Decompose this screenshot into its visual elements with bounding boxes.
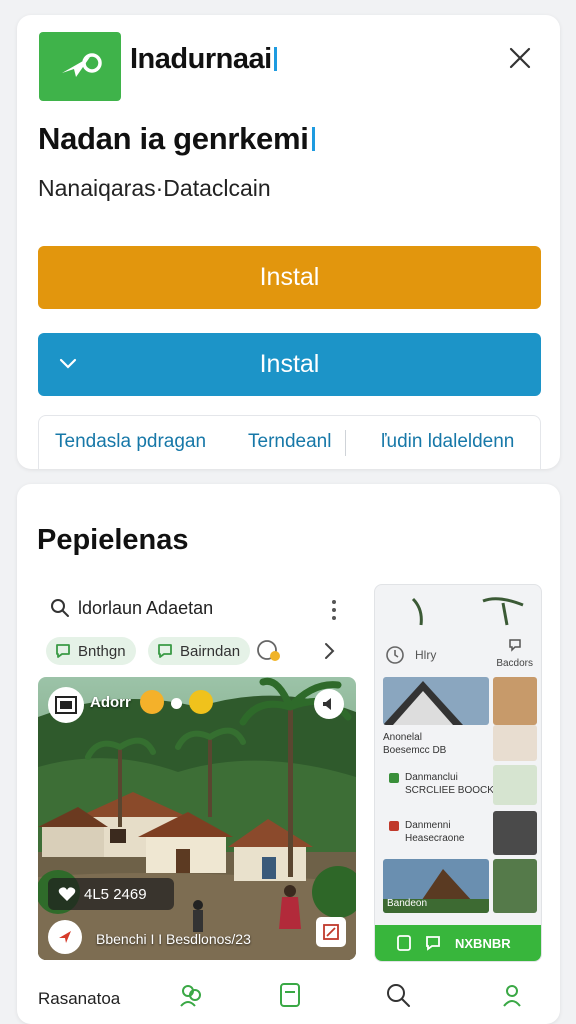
links-row: Tendasla pdragan Terndeanl ľudin ldaleld… bbox=[38, 415, 541, 469]
text-caret bbox=[273, 47, 277, 71]
photo-caption: Bbenchi I I Besdlonos/23 bbox=[96, 931, 251, 947]
village-photo[interactable]: Adorr 4L5 2469 Bbenchi I I Besdlonos/23 bbox=[38, 677, 356, 960]
screenshots-card: Pepielenas ldorlaun Adaetan Bnthgn Bairn… bbox=[17, 484, 560, 1024]
app-install-card: Inadurnaai Nadan ia genrkemi Nanaiqaras·… bbox=[17, 15, 560, 469]
more-vertical-icon[interactable] bbox=[328, 600, 340, 620]
app-name-text: Inadurnaai bbox=[130, 43, 272, 75]
search-icon bbox=[51, 599, 69, 617]
link-item[interactable]: Terndeanl bbox=[248, 431, 331, 453]
search-icon[interactable] bbox=[383, 980, 413, 1010]
panel-item-text: Danmenni Heasecraone bbox=[405, 820, 465, 844]
panel-thumbnail bbox=[493, 725, 537, 761]
install-button-label: Instal bbox=[259, 263, 320, 291]
panel-thumbnail bbox=[493, 859, 537, 913]
tablet-icon[interactable] bbox=[275, 980, 305, 1010]
creator-avatar[interactable] bbox=[48, 920, 82, 954]
section-title: Pepielenas bbox=[37, 524, 189, 556]
panel-thumbnail bbox=[383, 677, 489, 725]
panel-item-text: Anonelal Boesemcc DB bbox=[383, 732, 447, 756]
stats-text: 4L5 2469 bbox=[84, 885, 147, 903]
chip-filter[interactable]: Bairndan bbox=[148, 637, 251, 665]
chat-bubble-icon bbox=[158, 644, 172, 658]
panel-action-button[interactable]: NXBNBR bbox=[375, 925, 541, 961]
app-name: Inadurnaai bbox=[130, 43, 277, 76]
text-caret bbox=[311, 127, 315, 151]
panel-item-text: Danmanclui SCRCLIEE BOOCK bbox=[405, 772, 494, 796]
app-logo bbox=[39, 32, 121, 101]
panel-thumbnail bbox=[493, 677, 537, 725]
panel-user[interactable]: Bacdors bbox=[496, 637, 533, 669]
panel-row-label: Hlry bbox=[415, 648, 437, 662]
close-button[interactable] bbox=[505, 43, 535, 73]
headline-text: Nadan ia genrkemi bbox=[38, 121, 309, 156]
panel-thumbnail bbox=[493, 811, 537, 855]
palm-tree-icon bbox=[411, 597, 524, 626]
arrow-icon bbox=[59, 931, 71, 943]
panel-user-label: Bacdors bbox=[496, 658, 533, 669]
divider bbox=[345, 430, 346, 456]
profile-icon[interactable] bbox=[497, 980, 527, 1010]
panel-action-label: NXBNBR bbox=[455, 935, 511, 951]
expand-icon[interactable] bbox=[316, 917, 346, 947]
stats-badge: 4L5 2469 bbox=[48, 878, 174, 910]
paper-plane-icon bbox=[62, 52, 102, 77]
channel-logo[interactable] bbox=[48, 687, 84, 723]
app-headline: Nadan ia genrkemi bbox=[38, 121, 315, 157]
install-button-primary[interactable]: Instal bbox=[38, 246, 541, 309]
chat-bubble-icon bbox=[426, 936, 440, 951]
photo-label: Adorr bbox=[90, 694, 131, 711]
link-item[interactable]: Tendasla pdragan bbox=[55, 431, 206, 453]
emoji-icon[interactable] bbox=[255, 637, 283, 665]
search-text: ldorlaun Adaetan bbox=[78, 597, 214, 618]
chevron-down-icon bbox=[59, 358, 77, 369]
user-icon bbox=[508, 639, 521, 652]
install-button-label: Instal bbox=[259, 350, 320, 378]
chevron-right-icon[interactable] bbox=[319, 641, 339, 661]
chip-filter[interactable]: Bnthgn bbox=[46, 637, 136, 665]
clock-icon bbox=[386, 646, 404, 664]
village-scene-image bbox=[38, 677, 356, 960]
people-icon[interactable] bbox=[176, 980, 206, 1010]
speaker-icon[interactable] bbox=[314, 689, 344, 719]
heart-icon bbox=[58, 887, 76, 901]
search-bar[interactable]: ldorlaun Adaetan bbox=[50, 592, 350, 624]
app-subhead: Nanaiqaras·Dataclcain bbox=[38, 175, 271, 201]
link-item[interactable]: ľudin ldaleldenn bbox=[381, 431, 514, 453]
nav-label[interactable]: Rasanatoa bbox=[38, 989, 120, 1009]
badge-icon bbox=[389, 821, 399, 831]
emoji-icon bbox=[189, 690, 213, 714]
chip-label: Bnthgn bbox=[78, 642, 126, 660]
tv-icon bbox=[55, 696, 77, 714]
side-preview-panel[interactable]: Hlry Bacdors Anonelal Boesemcc DB Danman… bbox=[374, 584, 542, 962]
chip-label: Bairndan bbox=[180, 642, 241, 660]
install-button-secondary[interactable]: Instal bbox=[38, 333, 541, 396]
chat-bubble-icon bbox=[56, 644, 70, 658]
emoji-icon bbox=[140, 690, 164, 714]
close-icon bbox=[509, 47, 531, 69]
badge-icon bbox=[389, 773, 399, 783]
bottom-navigation: Rasanatoa bbox=[17, 974, 560, 1014]
dot-icon bbox=[171, 698, 182, 709]
panel-row: Hlry bbox=[385, 645, 436, 665]
tablet-icon bbox=[397, 935, 411, 951]
panel-item-text: Bandeon bbox=[387, 898, 428, 909]
panel-thumbnail bbox=[493, 765, 537, 805]
